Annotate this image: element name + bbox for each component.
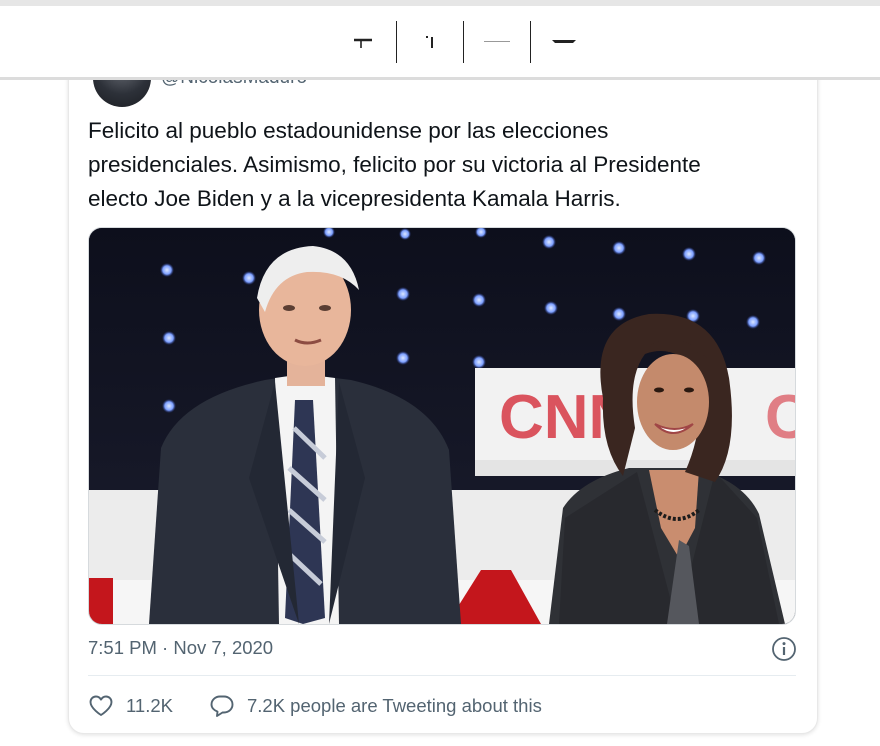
heart-icon — [89, 695, 113, 716]
divider — [88, 675, 796, 676]
tweet-text: Felicito al pueblo estadounidense por la… — [88, 114, 808, 216]
svg-text:C: C — [765, 383, 795, 452]
tweet-timestamp[interactable]: 7:51 PM · Nov 7, 2020 — [88, 637, 273, 659]
cnn-banner: CNN C — [475, 368, 795, 476]
toolbar — [330, 20, 597, 64]
tweeting-text: 7.2K people are Tweeting about this — [246, 695, 542, 716]
toolbar-button-2[interactable] — [397, 20, 463, 64]
photo-illustration: CNN C — [89, 228, 795, 624]
tweeting-about-this[interactable]: 7.2K people are Tweeting about this — [209, 694, 542, 718]
tweet-text-line: electo Joe Biden y a la vicepresidenta K… — [88, 186, 621, 211]
toolbar-button-1[interactable] — [330, 20, 396, 64]
top-toolbar-strip — [0, 0, 880, 80]
tool-4-icon — [552, 40, 576, 43]
tweet-card: @NicolasMaduro Felicito al pueblo estado… — [68, 40, 818, 734]
tweet-media-photo[interactable]: CNN C — [88, 227, 796, 625]
page: @NicolasMaduro Felicito al pueblo estado… — [0, 0, 880, 746]
like-count: 11.2K — [126, 695, 173, 716]
toolbar-button-4[interactable] — [531, 20, 597, 64]
tool-1-icon — [354, 38, 372, 48]
toolbar-button-3[interactable] — [464, 20, 530, 64]
speech-bubble-icon — [210, 695, 234, 717]
tweet-text-line: Felicito al pueblo estadounidense por la… — [88, 118, 609, 143]
tweet-text-line: presidenciales. Asimismo, felicito por s… — [88, 152, 701, 177]
tool-3-icon — [484, 41, 510, 42]
tweet-actions: 11.2K 7.2K people are Tweeting about thi… — [88, 691, 542, 721]
tool-2-icon — [426, 36, 433, 48]
like-button[interactable]: 11.2K — [88, 694, 173, 718]
info-icon[interactable] — [771, 636, 797, 662]
